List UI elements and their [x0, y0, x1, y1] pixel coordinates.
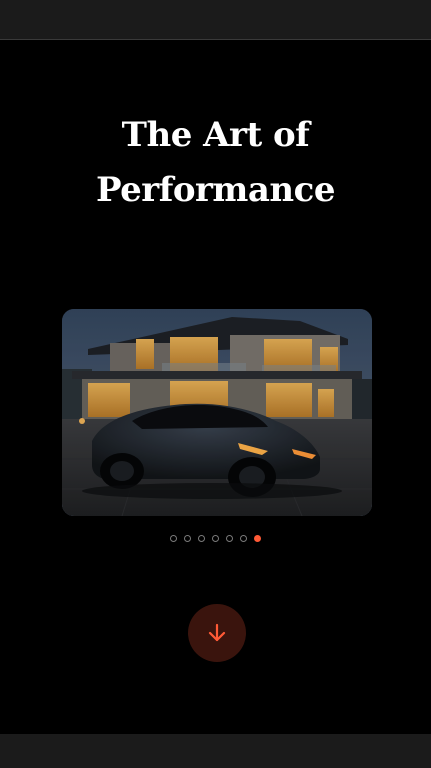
- hero-title-line-2: Performance: [96, 170, 335, 210]
- pager-dot-5[interactable]: [226, 535, 233, 542]
- pager-dot-3[interactable]: [198, 535, 205, 542]
- hero-title-line-1: The Art of: [121, 115, 310, 155]
- arrow-down-icon: [208, 623, 226, 642]
- bottom-bar: [0, 734, 431, 768]
- scroll-down-button[interactable]: [188, 604, 246, 662]
- pager-dot-6[interactable]: [240, 535, 247, 542]
- car-house-illustration: [62, 309, 372, 516]
- pager-dot-2[interactable]: [184, 535, 191, 542]
- carousel-pager: [0, 535, 431, 542]
- pager-dot-7-active[interactable]: [254, 535, 261, 542]
- top-bar: [0, 0, 431, 40]
- hero-title: The Art of Performance: [0, 108, 431, 218]
- pager-dot-4[interactable]: [212, 535, 219, 542]
- hero-image[interactable]: [62, 309, 372, 516]
- screen: The Art of Performance: [0, 0, 431, 768]
- pager-dot-1[interactable]: [170, 535, 177, 542]
